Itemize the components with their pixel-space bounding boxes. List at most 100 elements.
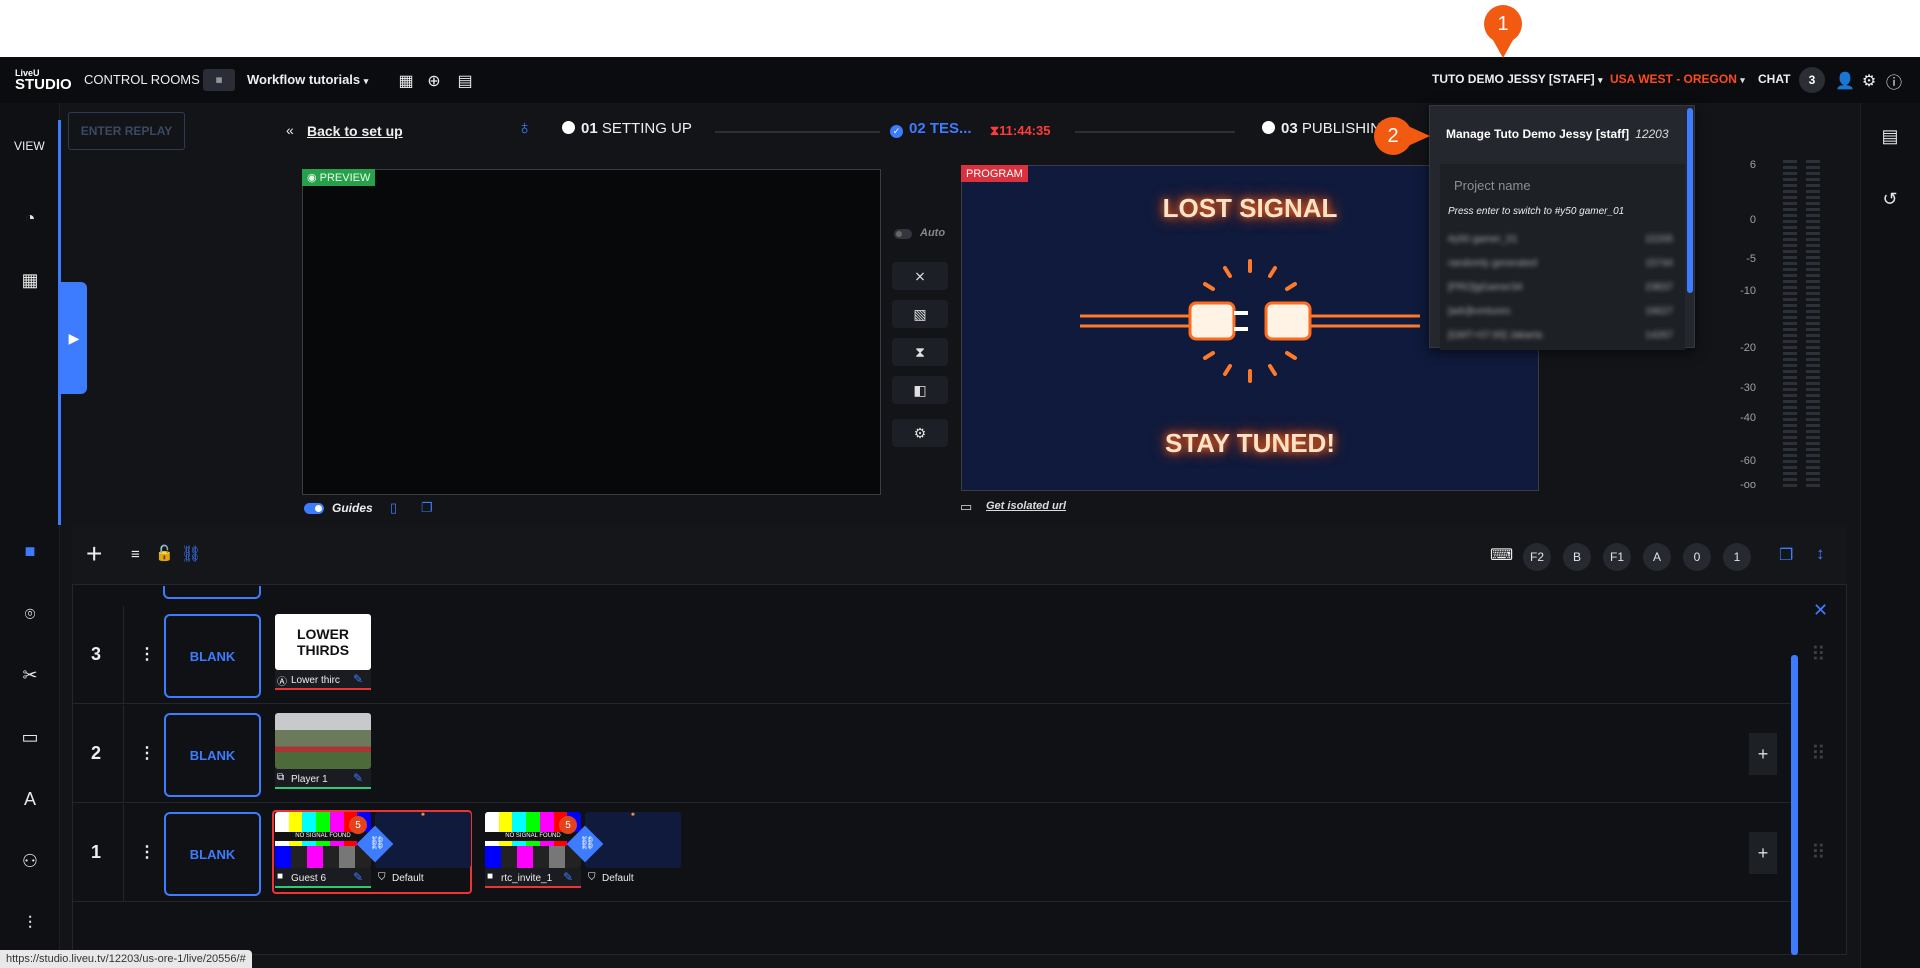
mask-label: Default bbox=[602, 873, 634, 884]
enter-replay-button[interactable]: ENTER REPLAY bbox=[68, 112, 185, 150]
drag-handle-icon[interactable]: ⠿ bbox=[1811, 840, 1826, 865]
edit-pencil-icon[interactable]: ✎ bbox=[353, 870, 363, 884]
expand-vertical-icon[interactable]: ↕ bbox=[1816, 544, 1825, 564]
isolated-url-link[interactable]: Get isolated url bbox=[986, 500, 1066, 512]
right-rail bbox=[1860, 103, 1920, 968]
multiview-icon[interactable]: ▤ bbox=[454, 70, 476, 92]
calendar-icon[interactable]: ▦ bbox=[395, 70, 417, 92]
squeeze-transition-button[interactable]: ⧗ bbox=[892, 338, 948, 366]
user-icon[interactable]: 👤 bbox=[1834, 70, 1856, 92]
expand-panel-tab[interactable]: ▶ bbox=[61, 282, 87, 394]
edit-pencil-icon[interactable]: ✎ bbox=[353, 672, 363, 686]
manage-account-item[interactable]: Manage Tuto Demo Jessy [staff] 12203 bbox=[1446, 127, 1669, 141]
lower-thirds-thumbnail[interactable]: LOWER THIRDS bbox=[275, 614, 371, 670]
shortcut-key[interactable]: A bbox=[1643, 543, 1671, 571]
chat-label[interactable]: CHAT bbox=[1758, 72, 1790, 86]
edit-pencil-icon[interactable]: ✎ bbox=[563, 870, 573, 884]
mixer-sliders-icon[interactable]: ⫶ bbox=[16, 909, 44, 937]
drag-handle-icon[interactable]: ⠿ bbox=[1811, 741, 1826, 766]
info-icon[interactable]: ⓘ bbox=[1883, 70, 1905, 92]
add-layer-button[interactable]: + bbox=[86, 540, 102, 568]
broadcast-icon[interactable]: ⌾ bbox=[16, 600, 44, 628]
shortcut-key[interactable]: 0 bbox=[1683, 543, 1711, 571]
fade-transition-button[interactable]: ◧ bbox=[892, 376, 948, 404]
player-video-thumbnail[interactable] bbox=[275, 713, 371, 769]
project-name-input[interactable]: Project name bbox=[1454, 178, 1531, 193]
workflow-dropdown[interactable]: Workflow tutorials ▾ bbox=[247, 72, 368, 87]
project-row[interactable]: [adv]kvmtures 16627 bbox=[1448, 306, 1673, 317]
partial-blank-button[interactable] bbox=[163, 586, 261, 599]
control-rooms-link[interactable]: CONTROL ROOMS bbox=[84, 72, 200, 87]
project-row[interactable]: randomly generated 15744 bbox=[1448, 258, 1673, 269]
guides-toggle[interactable] bbox=[304, 503, 324, 514]
layer-row-1: 1 ⋮ BLANK NO SIGNAL FOUND 5 ✺ ⛓ ■ Guest … bbox=[73, 804, 1826, 902]
shortcut-key[interactable]: F2 bbox=[1523, 543, 1551, 571]
cut-transition-button[interactable]: ⨯ bbox=[892, 262, 948, 290]
chat-count-badge[interactable]: 3 bbox=[1799, 67, 1825, 93]
gear-icon[interactable]: ⚙ bbox=[1858, 70, 1880, 92]
kebab-menu-icon[interactable]: ⋮ bbox=[139, 743, 155, 763]
layer-number: 2 bbox=[91, 743, 102, 763]
add-clip-button[interactable]: + bbox=[1749, 733, 1777, 775]
logo-bottom-text: STUDIO bbox=[15, 76, 72, 93]
layout-grid-icon[interactable]: ▦ bbox=[16, 266, 44, 294]
step-dot bbox=[562, 121, 575, 134]
edit-pencil-icon[interactable]: ✎ bbox=[353, 771, 363, 785]
scissors-icon[interactable]: ✂ bbox=[16, 661, 44, 689]
support-icon[interactable]: ⊕ bbox=[423, 70, 445, 92]
text-a-icon[interactable]: A bbox=[16, 785, 44, 813]
camera-icon: ■ bbox=[487, 871, 494, 882]
drag-handle-icon[interactable]: ⠿ bbox=[1811, 642, 1826, 667]
undo-history-icon[interactable]: ↺ bbox=[1876, 185, 1904, 213]
mobile-icon[interactable]: ▯ bbox=[390, 500, 397, 516]
transition-settings-button[interactable]: ⚙ bbox=[892, 419, 948, 447]
user-menu[interactable]: TUTO DEMO JESSY [STAFF] ▾ bbox=[1432, 72, 1603, 86]
dropdown-scrollbar[interactable] bbox=[1687, 108, 1693, 293]
project-row[interactable]: [GMT+07:00] Jakarta 14267 bbox=[1448, 330, 1673, 341]
project-row-name: [PRO]gGamer34 bbox=[1448, 282, 1523, 293]
callout-pointer-down bbox=[1493, 40, 1513, 58]
kebab-menu-icon[interactable]: ⋮ bbox=[139, 644, 155, 664]
dashboard-gauge-icon[interactable]: ◔ bbox=[16, 204, 44, 232]
auto-toggle[interactable] bbox=[894, 229, 912, 239]
kebab-menu-icon[interactable]: ⋮ bbox=[139, 842, 155, 862]
close-icon[interactable]: ✕ bbox=[1813, 600, 1828, 621]
users-settings-icon[interactable]: ⚇ bbox=[16, 847, 44, 875]
liveu-studio-logo[interactable]: LiveU STUDIO bbox=[15, 67, 72, 93]
project-row[interactable]: [PRO]gGamer34 23837 bbox=[1448, 282, 1673, 293]
comment-icon[interactable]: ▭ bbox=[16, 723, 44, 751]
blank-button[interactable]: BLANK bbox=[164, 812, 261, 896]
step1-label: SETTING UP bbox=[601, 120, 692, 137]
wipe-transition-button[interactable]: ▧ bbox=[892, 300, 948, 328]
shortcut-key[interactable]: 1 bbox=[1723, 543, 1751, 571]
project-row[interactable]: #y50 gamer_01 22205 bbox=[1448, 234, 1673, 245]
shortcut-key[interactable]: F1 bbox=[1603, 543, 1631, 571]
link-icon[interactable]: ⛓ bbox=[181, 544, 201, 564]
preview-monitor[interactable] bbox=[302, 169, 881, 495]
meter-label: -10 bbox=[1740, 285, 1756, 297]
unlock-icon[interactable]: 🔓 bbox=[155, 544, 174, 562]
add-clip-button[interactable]: + bbox=[1749, 832, 1777, 874]
account-id: 12203 bbox=[1635, 127, 1669, 141]
camera-icon[interactable]: ■ bbox=[16, 537, 44, 565]
back-to-setup-link[interactable]: Back to set up bbox=[307, 123, 403, 139]
stack-icon[interactable]: ❐ bbox=[1779, 545, 1793, 565]
layer-number: 1 bbox=[91, 842, 102, 862]
list-panel-icon[interactable]: ▤ bbox=[1876, 122, 1904, 150]
blank-button[interactable]: BLANK bbox=[164, 614, 261, 698]
lightbulb-icon[interactable]: ♁ bbox=[517, 117, 532, 140]
project-row-id: 14267 bbox=[1645, 330, 1673, 341]
region-selector[interactable]: USA WEST - OREGON ▾ bbox=[1610, 72, 1745, 86]
check-icon: ✓ bbox=[890, 125, 903, 138]
keyboard-icon[interactable]: ⌨ bbox=[1490, 545, 1513, 565]
blank-button[interactable]: BLANK bbox=[164, 713, 261, 797]
clip-label: Lower thirc bbox=[291, 675, 340, 686]
callout-marker-2: 2 bbox=[1374, 117, 1412, 155]
step-testing[interactable]: ✓ 02 TES... bbox=[890, 120, 972, 138]
layers-icon[interactable]: ❐ bbox=[421, 500, 433, 516]
shortcut-key[interactable]: B bbox=[1563, 543, 1591, 571]
align-icon[interactable]: ≡ bbox=[131, 546, 140, 563]
step-setting-up[interactable]: 01 SETTING UP bbox=[562, 120, 692, 137]
timeline-scrollbar[interactable] bbox=[1791, 655, 1798, 955]
step-publishing[interactable]: 03 PUBLISHIN bbox=[1262, 120, 1381, 137]
